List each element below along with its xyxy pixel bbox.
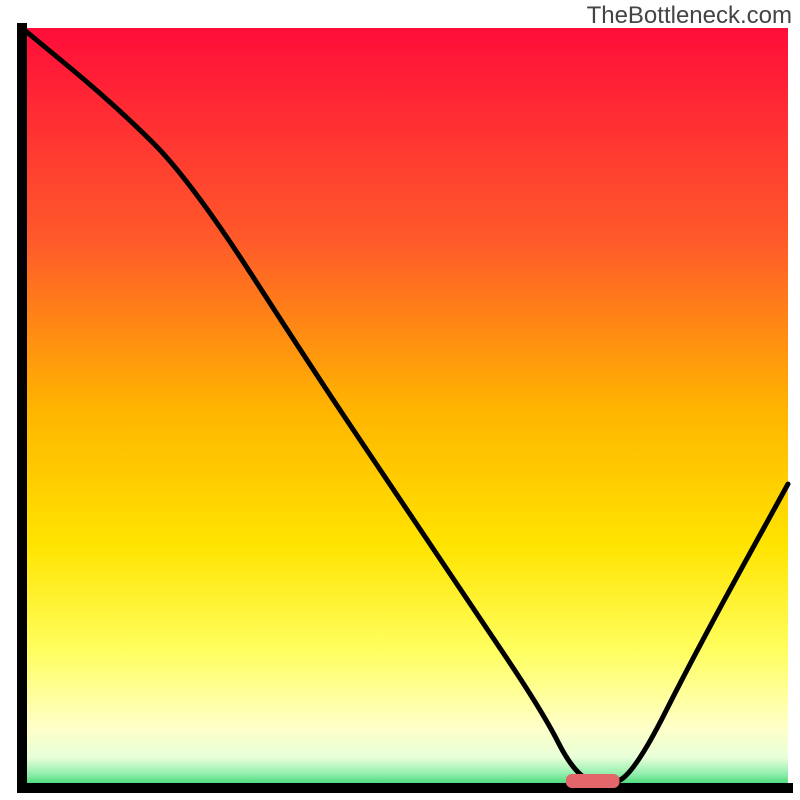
attribution-label: TheBottleneck.com <box>587 2 792 30</box>
optimal-marker <box>566 774 620 788</box>
chart-container: TheBottleneck.com <box>0 0 800 800</box>
gradient-background <box>22 28 788 788</box>
bottleneck-chart <box>0 0 800 800</box>
